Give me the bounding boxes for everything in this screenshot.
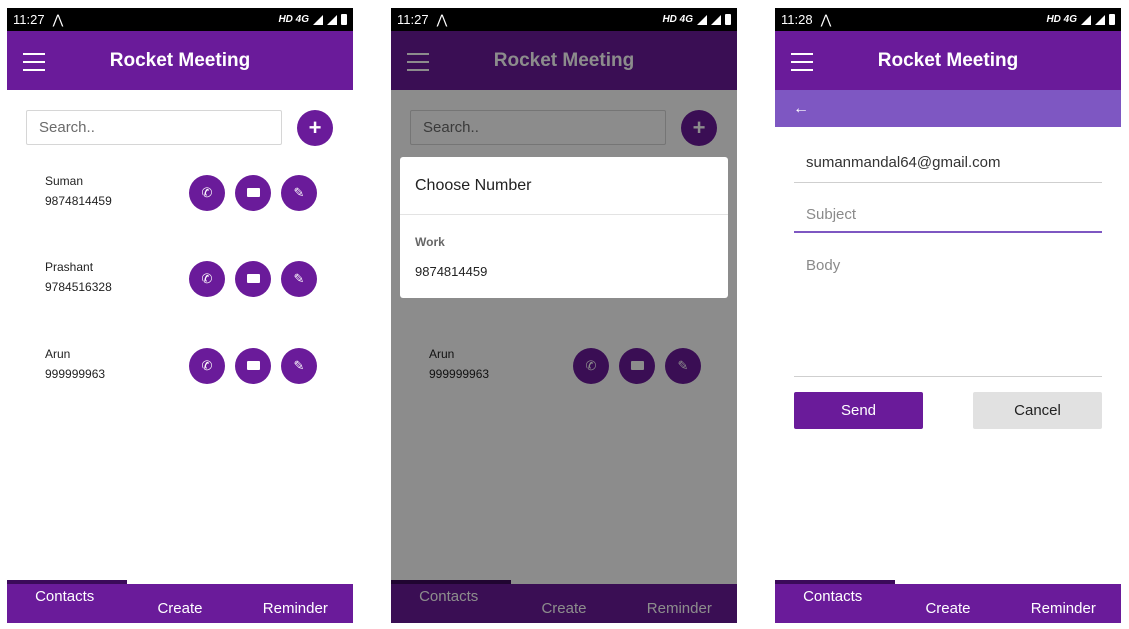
- battery-icon: [341, 14, 347, 25]
- app-bar: Rocket Meeting: [775, 31, 1121, 90]
- contact-item: Arun 999999963: [45, 347, 105, 381]
- edit-icon: ✎: [293, 358, 305, 373]
- call-button[interactable]: ✆: [189, 175, 225, 211]
- mail-icon: [246, 274, 260, 284]
- status-time: 11:27: [13, 12, 45, 27]
- active-tab-indicator: [7, 580, 127, 584]
- edit-icon: ✎: [293, 271, 305, 286]
- battery-icon: [725, 14, 731, 25]
- contact-number: 9784516328: [45, 280, 112, 294]
- network-label: HD 4G: [662, 14, 693, 25]
- cancel-button[interactable]: Cancel: [973, 392, 1102, 429]
- status-time: 11:27: [397, 12, 429, 27]
- app-title: Rocket Meeting: [877, 49, 1019, 71]
- contact-name: Prashant: [45, 260, 94, 274]
- bottom-nav: Contacts Create Reminder: [7, 580, 353, 623]
- tab-reminder[interactable]: Reminder: [238, 584, 353, 623]
- network-label: HD 4G: [1046, 14, 1077, 25]
- app-title: Rocket Meeting: [109, 49, 251, 71]
- location-icon: ⋀: [436, 11, 448, 27]
- email-screen: 11:28 ⋀ HD 4G Rocket Meeting ← sumanmanda…: [775, 8, 1121, 623]
- add-contact-button[interactable]: +: [297, 110, 333, 146]
- send-button[interactable]: Send: [794, 392, 923, 429]
- call-button[interactable]: ✆: [189, 261, 225, 297]
- contact-name: Arun: [45, 347, 71, 361]
- phone-icon: ✆: [201, 358, 213, 373]
- signal-icon: [697, 14, 707, 25]
- status-bar: 11:27 ⋀ HD 4G: [391, 8, 737, 31]
- edit-button[interactable]: ✎: [281, 175, 317, 211]
- subject-field[interactable]: Subject: [794, 206, 1102, 233]
- email-button[interactable]: [235, 175, 271, 211]
- active-tab-indicator: [775, 580, 895, 584]
- call-button[interactable]: ✆: [189, 348, 225, 384]
- wifi-icon: [711, 14, 721, 25]
- body-field[interactable]: Body: [794, 257, 1102, 377]
- tab-contacts[interactable]: Contacts: [7, 584, 122, 623]
- tab-create[interactable]: Create: [890, 584, 1005, 623]
- back-bar: ←: [775, 90, 1121, 127]
- email-to-field[interactable]: sumanmandal64@gmail.com: [794, 154, 1102, 183]
- contacts-screen: 11:27 ⋀ HD 4G Rocket Meeting Search.. + S…: [7, 8, 353, 623]
- menu-icon[interactable]: [23, 53, 45, 77]
- tab-reminder[interactable]: Reminder: [1006, 584, 1121, 623]
- back-arrow-icon[interactable]: ←: [793, 100, 809, 117]
- wifi-icon: [327, 14, 337, 25]
- edit-button[interactable]: ✎: [281, 261, 317, 297]
- contact-actions: ✆ ✎: [189, 348, 317, 384]
- contact-actions: ✆ ✎: [189, 261, 317, 297]
- signal-icon: [1081, 14, 1091, 25]
- battery-icon: [1109, 14, 1115, 25]
- number-type-label: Work: [415, 235, 445, 249]
- dialog-title: Choose Number: [400, 157, 728, 215]
- edit-button[interactable]: ✎: [281, 348, 317, 384]
- network-label: HD 4G: [278, 14, 309, 25]
- search-row: Search.. +: [26, 110, 333, 146]
- tab-create[interactable]: Create: [122, 584, 237, 623]
- wifi-icon: [1095, 14, 1105, 25]
- plus-icon: +: [308, 115, 322, 140]
- modal-scrim[interactable]: [391, 31, 737, 623]
- mail-icon: [246, 188, 260, 198]
- choose-number-dialog: Choose Number Work 9874814459: [400, 157, 728, 298]
- search-input[interactable]: Search..: [26, 110, 282, 145]
- contact-name: Suman: [45, 174, 84, 188]
- contact-item: Prashant 9784516328: [45, 260, 112, 294]
- contact-item: Suman 9874814459: [45, 174, 112, 208]
- choose-number-screen: 11:27 ⋀ HD 4G Rocket Meeting Search.. + A…: [391, 8, 737, 623]
- mail-icon: [246, 361, 260, 371]
- tab-contacts[interactable]: Contacts: [775, 584, 890, 623]
- contact-number: 999999963: [45, 367, 106, 381]
- phone-icon: ✆: [201, 185, 213, 200]
- app-bar: Rocket Meeting: [7, 31, 353, 90]
- edit-icon: ✎: [293, 185, 305, 200]
- contact-actions: ✆ ✎: [189, 175, 317, 211]
- status-bar: 11:27 ⋀ HD 4G: [7, 8, 353, 31]
- status-time: 11:28: [781, 12, 813, 27]
- phone-icon: ✆: [201, 271, 213, 286]
- email-button[interactable]: [235, 348, 271, 384]
- number-option[interactable]: 9874814459: [415, 264, 728, 279]
- email-button[interactable]: [235, 261, 271, 297]
- menu-icon[interactable]: [791, 53, 813, 77]
- location-icon: ⋀: [820, 11, 832, 27]
- location-icon: ⋀: [52, 11, 64, 27]
- bottom-nav: Contacts Create Reminder: [775, 580, 1121, 623]
- status-bar: 11:28 ⋀ HD 4G: [775, 8, 1121, 31]
- signal-icon: [313, 14, 323, 25]
- contact-number: 9874814459: [45, 194, 112, 208]
